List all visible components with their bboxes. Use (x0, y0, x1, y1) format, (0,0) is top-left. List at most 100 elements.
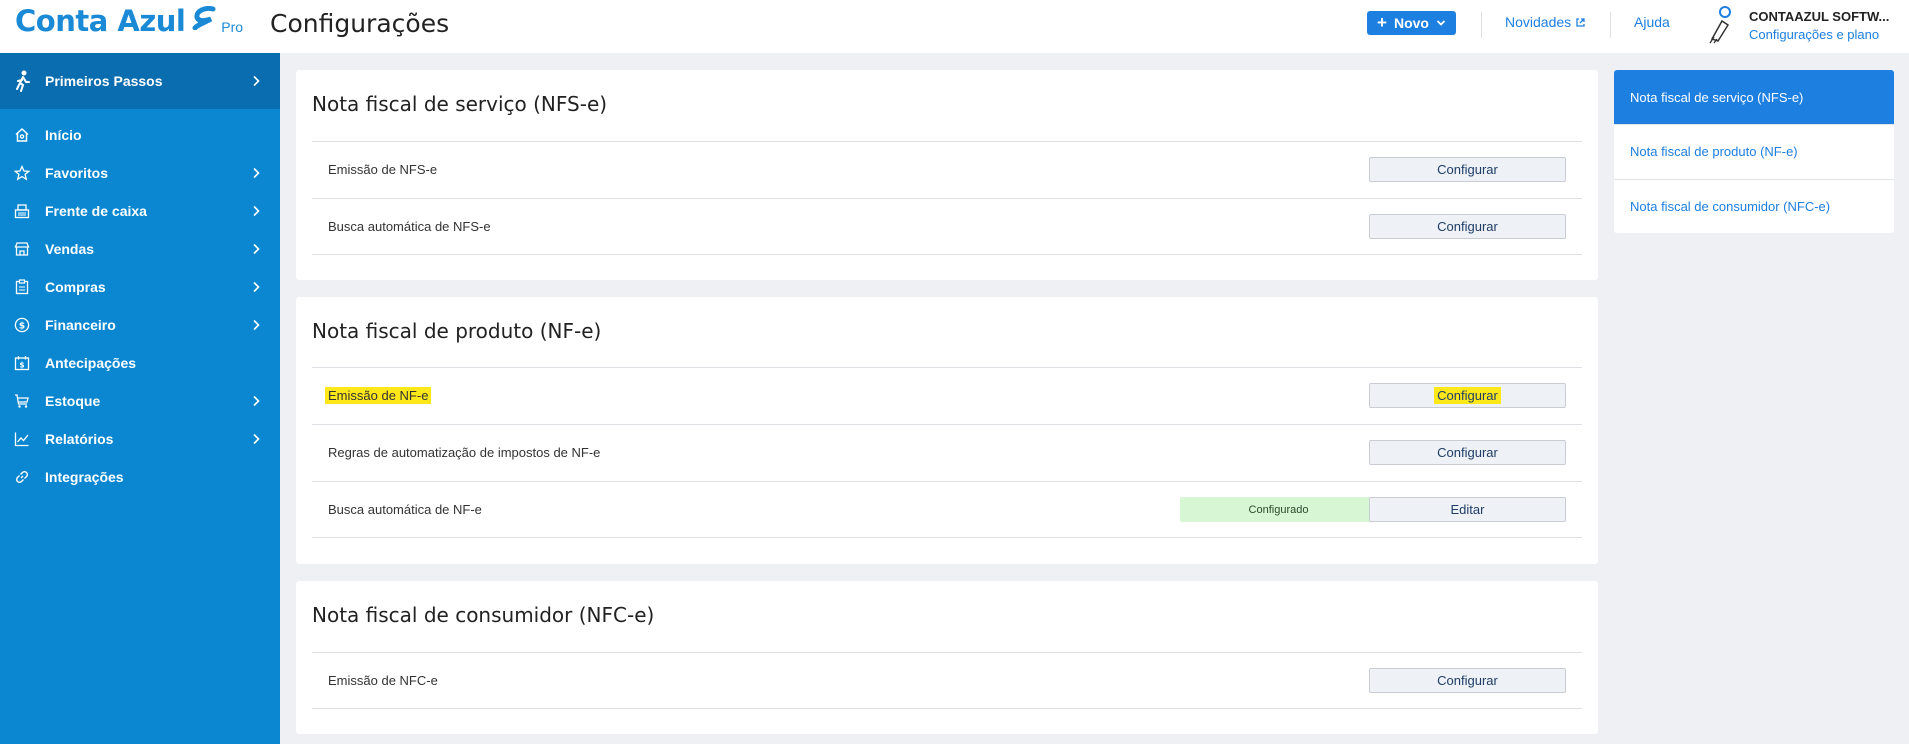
section-title: Nota fiscal de consumidor (NFC-e) (312, 603, 655, 627)
row-label: Regras de automatização de impostos de N… (328, 445, 601, 460)
button-label: Configurar (1437, 445, 1498, 460)
button-label: Configurar (1437, 162, 1498, 177)
home-icon (13, 126, 31, 144)
sidebar-item-primeiros-passos[interactable]: Primeiros Passos (0, 53, 280, 109)
chevron-right-icon (253, 281, 260, 293)
svg-text:$: $ (19, 361, 24, 370)
star-icon (13, 164, 31, 182)
sidebar-item-label: Primeiros Passos (45, 73, 163, 89)
status-badge: Configurado (1180, 497, 1377, 522)
row-label: Emissão de NFC-e (328, 673, 438, 688)
rocket-avatar-icon (1709, 6, 1731, 44)
chevron-right-icon (253, 395, 260, 407)
button-label: Configurar (1437, 219, 1498, 234)
new-button[interactable]: + Novo (1367, 11, 1456, 35)
sidebar-item-label: Favoritos (45, 165, 109, 181)
sidebar-item-estoque[interactable]: Estoque (0, 382, 280, 420)
configure-button[interactable]: Configurar (1369, 214, 1566, 239)
button-label: Editar (1450, 502, 1485, 517)
chevron-right-icon (253, 243, 260, 255)
row-label: Busca automática de NF-e (328, 502, 482, 517)
chevron-right-icon (253, 75, 260, 87)
row-label: Emissão de NF-e (325, 387, 432, 404)
help-link[interactable]: Ajuda (1634, 14, 1670, 30)
section-navigation: Nota fiscal de serviço (NFS-e) Nota fisc… (1614, 70, 1894, 233)
button-label: Configurar (1437, 673, 1498, 688)
header-divider (1481, 12, 1482, 38)
page-title: Configurações (270, 9, 450, 38)
section-title: Nota fiscal de produto (NF-e) (312, 319, 602, 343)
nav-item-nfce[interactable]: Nota fiscal de consumidor (NFC-e) (1614, 179, 1894, 233)
chevron-down-icon (1436, 20, 1446, 26)
configure-button[interactable]: Configurar (1369, 668, 1566, 693)
sidebar-item-compras[interactable]: Compras (0, 268, 280, 306)
walking-person-icon (14, 70, 32, 92)
configure-button[interactable]: Configurar (1369, 383, 1566, 408)
sidebar-item-relatorios[interactable]: Relatórios (0, 420, 280, 458)
nav-item-nfe[interactable]: Nota fiscal de produto (NF-e) (1614, 124, 1894, 178)
sidebar-item-frente-de-caixa[interactable]: Frente de caixa (0, 192, 280, 230)
settings-row: Emissão de NFS-e Configurar (312, 141, 1582, 198)
top-header: Conta Azul Pro Configurações + Novo Novi… (0, 0, 1909, 53)
sidebar-item-label: Início (45, 127, 82, 143)
section-nfe: Nota fiscal de produto (NF-e) Emissão de… (296, 297, 1598, 564)
news-link[interactable]: Novidades (1505, 14, 1586, 30)
account-settings-link[interactable]: Configurações e plano (1749, 27, 1879, 42)
sidebar-item-label: Relatórios (45, 431, 114, 447)
cart-icon (13, 392, 31, 410)
section-title: Nota fiscal de serviço (NFS-e) (312, 92, 608, 116)
help-link-label: Ajuda (1634, 14, 1670, 30)
link-icon (13, 468, 31, 486)
sidebar-item-financeiro[interactable]: $ Financeiro (0, 306, 280, 344)
sidebar-item-label: Financeiro (45, 317, 116, 333)
dollar-circle-icon: $ (13, 316, 31, 334)
nav-item-nfse[interactable]: Nota fiscal de serviço (NFS-e) (1614, 70, 1894, 124)
edit-button[interactable]: Editar (1369, 497, 1566, 522)
row-label: Emissão de NFS-e (328, 162, 438, 177)
settings-row: Emissão de NFC-e Configurar (312, 652, 1582, 709)
calendar-dollar-icon: $ (13, 354, 31, 372)
svg-text:$: $ (19, 322, 25, 332)
cash-register-icon (13, 202, 31, 220)
chevron-right-icon (253, 205, 260, 217)
sidebar-item-label: Estoque (45, 393, 101, 409)
configure-button[interactable]: Configurar (1369, 157, 1566, 182)
settings-row: Busca automática de NF-e Configurado Edi… (312, 481, 1582, 538)
sidebar-item-favoritos[interactable]: Favoritos (0, 154, 280, 192)
plan-badge: Pro (221, 19, 244, 35)
row-label: Busca automática de NFS-e (328, 219, 491, 234)
sidebar-item-label: Integrações (45, 469, 124, 485)
sidebar-item-inicio[interactable]: Início (0, 116, 280, 154)
section-nfce: Nota fiscal de consumidor (NFC-e) Emissã… (296, 581, 1598, 734)
sidebar: Primeiros Passos Início Favoritos Frente… (0, 53, 280, 744)
news-link-label: Novidades (1505, 14, 1572, 30)
sidebar-item-vendas[interactable]: Vendas (0, 230, 280, 268)
chevron-right-icon (253, 319, 260, 331)
external-link-icon (1576, 17, 1585, 27)
store-icon (13, 240, 31, 258)
settings-row: Busca automática de NFS-e Configurar (312, 198, 1582, 255)
settings-row: Regras de automatização de impostos de N… (312, 424, 1582, 481)
header-divider (1610, 12, 1611, 38)
sidebar-item-label: Compras (45, 279, 106, 295)
clipboard-icon (13, 278, 31, 296)
chevron-right-icon (253, 167, 260, 179)
conta-azul-logo[interactable]: Conta Azul Pro (15, 4, 243, 38)
chart-line-icon (13, 430, 31, 448)
chevron-right-icon (253, 433, 260, 445)
section-nfse: Nota fiscal de serviço (NFS-e) Emissão d… (296, 70, 1598, 280)
new-button-label: Novo (1393, 15, 1429, 31)
button-label: Configurar (1434, 387, 1501, 404)
account-name: CONTAAZUL SOFTW... (1749, 9, 1890, 24)
sidebar-item-antecipacoes[interactable]: $ Antecipações (0, 344, 280, 382)
logo-mark-icon (192, 6, 216, 30)
sidebar-item-label: Antecipações (45, 355, 137, 371)
account-menu[interactable]: CONTAAZUL SOFTW... Configurações e plano (1704, 5, 1899, 45)
logo-text: Conta Azul (15, 4, 186, 38)
settings-row: Emissão de NF-e Configurar (312, 367, 1582, 424)
plus-icon: + (1377, 13, 1387, 32)
configure-button[interactable]: Configurar (1369, 440, 1566, 465)
sidebar-item-integracoes[interactable]: Integrações (0, 458, 280, 496)
sidebar-item-label: Vendas (45, 241, 95, 257)
sidebar-item-label: Frente de caixa (45, 203, 147, 219)
